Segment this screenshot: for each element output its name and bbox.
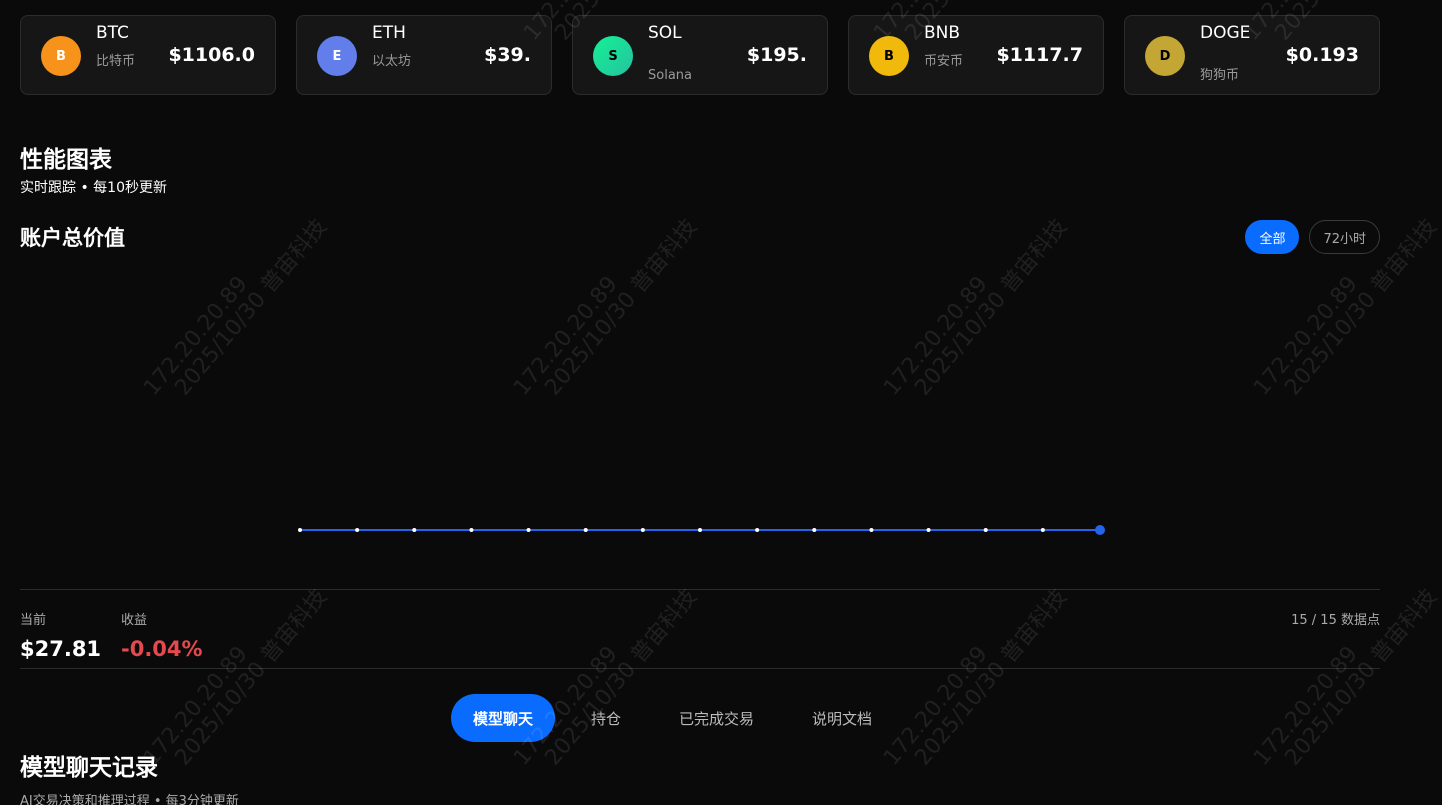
eth-coin-icon: E bbox=[317, 36, 357, 76]
divider bbox=[20, 589, 1380, 590]
ticker-price: $39. bbox=[484, 44, 531, 66]
ticker-card-eth[interactable]: E ETH 以太坊 $39. bbox=[296, 15, 552, 95]
performance-subtitle: 实时跟踪 • 每10秒更新 bbox=[20, 180, 167, 196]
latest-data-point[interactable] bbox=[1095, 525, 1105, 535]
tab-positions[interactable]: 持仓 bbox=[569, 694, 643, 742]
section-tabs: 模型聊天 持仓 已完成交易 说明文档 bbox=[451, 694, 894, 742]
chat-history-title: 模型聊天记录 bbox=[20, 755, 158, 781]
ticker-card-sol[interactable]: S SOL Solana $195. bbox=[572, 15, 828, 95]
return-label: 收益 bbox=[121, 613, 148, 628]
ticker-name: 以太坊 bbox=[372, 54, 412, 69]
ticker-price: $1117.7 bbox=[996, 44, 1083, 66]
divider bbox=[20, 668, 1380, 669]
data-point[interactable] bbox=[812, 528, 817, 532]
ticker-price: $0.193 bbox=[1285, 44, 1359, 66]
chat-history-subtitle: AI交易决策和推理过程 • 每3分钟更新 bbox=[20, 794, 239, 805]
data-point[interactable] bbox=[983, 528, 988, 532]
data-point[interactable] bbox=[298, 528, 302, 532]
doge-coin-icon: D bbox=[1145, 36, 1185, 76]
tab-docs[interactable]: 说明文档 bbox=[790, 694, 894, 742]
tab-completed-trades[interactable]: 已完成交易 bbox=[657, 694, 776, 742]
data-point[interactable] bbox=[755, 528, 760, 532]
current-value: $27.81 bbox=[20, 637, 102, 661]
ticker-bar: B BTC 比特币 $1106.0 E ETH 以太坊 $39. S SOL S… bbox=[20, 15, 1380, 95]
bnb-coin-icon: B bbox=[869, 36, 909, 76]
btc-coin-icon: B bbox=[41, 36, 81, 76]
sol-coin-icon: S bbox=[593, 36, 633, 76]
data-point[interactable] bbox=[640, 528, 645, 532]
account-value-title: 账户总价值 bbox=[20, 226, 125, 250]
data-point[interactable] bbox=[698, 528, 702, 532]
ticker-card-btc[interactable]: B BTC 比特币 $1106.0 bbox=[20, 15, 276, 95]
data-point[interactable] bbox=[869, 528, 874, 532]
ticker-name: 狗狗币 bbox=[1200, 68, 1240, 83]
return-value: -0.04% bbox=[121, 637, 203, 661]
range-72h-button[interactable]: 72小时 bbox=[1309, 220, 1380, 254]
ticker-symbol: SOL bbox=[648, 23, 682, 43]
ticker-card-doge[interactable]: D DOGE 狗狗币 $0.193 bbox=[1124, 15, 1380, 95]
data-point[interactable] bbox=[526, 528, 531, 532]
performance-title: 性能图表 bbox=[20, 147, 112, 173]
watermark: 172.20.20.892025/10/30 普宙科技 bbox=[509, 584, 703, 771]
ticker-name: 币安币 bbox=[924, 54, 964, 69]
data-point[interactable] bbox=[583, 528, 588, 532]
ticker-symbol: ETH bbox=[372, 23, 406, 43]
watermark: 172.20.20.892025/10/30 普宙科技 bbox=[139, 584, 333, 771]
account-value-chart bbox=[298, 525, 1105, 535]
ticker-price: $1106.0 bbox=[168, 44, 255, 66]
data-point[interactable] bbox=[469, 528, 474, 532]
ticker-name: Solana bbox=[648, 68, 692, 83]
watermark: 172.20.20.892025/10/30 普宙科技 bbox=[1249, 584, 1442, 771]
ticker-symbol: DOGE bbox=[1200, 23, 1251, 43]
watermark: 172.20.20.892025/10/30 普宙科技 bbox=[879, 584, 1073, 771]
ticker-price: $195. bbox=[746, 44, 807, 66]
tab-model-chat[interactable]: 模型聊天 bbox=[451, 694, 556, 742]
data-points-count: 15 / 15 数据点 bbox=[1291, 613, 1380, 628]
data-point[interactable] bbox=[355, 528, 360, 532]
data-point[interactable] bbox=[926, 528, 931, 532]
ticker-symbol: BTC bbox=[96, 23, 129, 43]
range-selector: 全部 72小时 bbox=[1245, 220, 1380, 254]
data-point[interactable] bbox=[412, 528, 417, 532]
ticker-symbol: BNB bbox=[924, 23, 961, 43]
ticker-name: 比特币 bbox=[96, 54, 136, 69]
current-label: 当前 bbox=[20, 613, 47, 628]
range-all-button[interactable]: 全部 bbox=[1245, 220, 1300, 254]
data-point[interactable] bbox=[1040, 528, 1045, 532]
ticker-card-bnb[interactable]: B BNB 币安币 $1117.7 bbox=[848, 15, 1104, 95]
